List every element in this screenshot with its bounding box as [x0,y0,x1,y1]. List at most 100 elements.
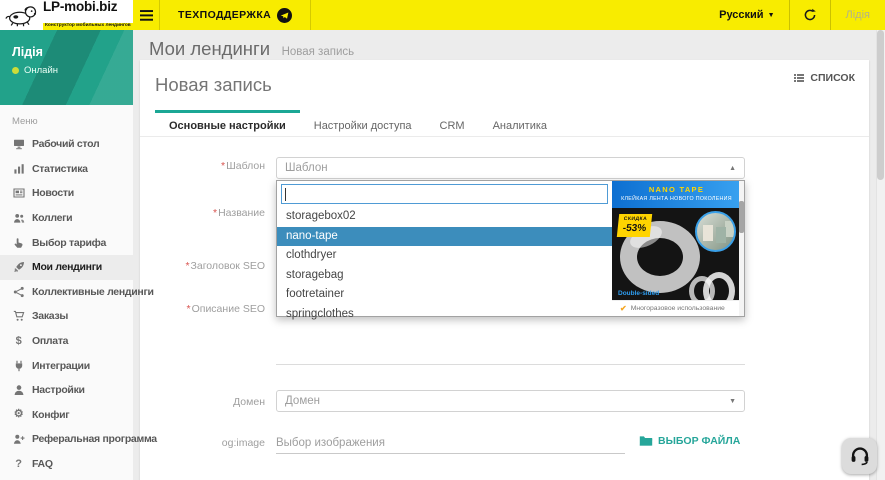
sidebar-item-user[interactable]: Настройки [0,378,133,403]
list-button[interactable]: СПИСОК [793,72,855,84]
stats-icon [12,163,25,175]
page-scrollbar-thumb[interactable] [877,30,884,180]
dropdown-search-input[interactable] [281,184,608,204]
dropdown-option-springclothes[interactable]: springclothes [277,305,612,325]
sidebar-item-landings[interactable]: Мои лендинги [0,255,133,280]
topbar-user-link[interactable]: Лідія [831,0,885,30]
sidebar-item-label: Новости [32,187,74,199]
telegram-icon [277,8,292,23]
domain-field-label: Домен [140,396,265,408]
sidebar-item-label: Коллективные лендинги [32,286,154,298]
dollar-icon: $ [12,336,25,347]
support-button[interactable]: ТЕХПОДДЕРЖКА [160,0,311,30]
dropdown-option-footretainer[interactable]: footretainer [277,285,612,305]
refresh-button[interactable] [790,0,830,30]
status-label: Онлайн [24,65,58,76]
sidebar-item-label: Рабочий стол [32,138,99,150]
tab-bar: Основные настройкиНастройки доступаCRMАн… [140,110,869,137]
dropdown-option-storagebag[interactable]: storagebag [277,266,612,286]
template-preview-image: NANO TAPE КЛЕЙКАЯ ЛЕНТА НОВОГО ПОКОЛЕНИЯ… [612,181,741,300]
tariff-icon [12,237,25,249]
list-button-label: СПИСОК [810,72,855,84]
language-selector[interactable]: Русский ▼ [705,0,788,30]
gears-icon: ⚙ [12,409,25,420]
desktop-icon [12,138,25,150]
breadcrumb: Мои лендинги Новая запись [149,38,354,60]
question-icon: ? [12,459,25,470]
refresh-icon [803,8,817,22]
preview-title: NANO TAPE [612,185,741,194]
sidebar-item-stats[interactable]: Статистика [0,157,133,182]
sidebar-item-gears[interactable]: ⚙Конфиг [0,403,133,428]
logo[interactable]: LP-mobi.biz Конструктор мобильных лендин… [0,0,133,30]
user-icon [12,384,25,396]
dropdown-option-clothdryer[interactable]: clothdryer [277,246,612,266]
sidebar-item-dollar[interactable]: $ Оплата [0,329,133,354]
topbar-right: Русский ▼ Лідія [705,0,885,30]
list-icon [793,72,805,84]
template-select-placeholder: Шаблон [285,162,328,174]
sidebar-user-panel: Лідія Онлайн [0,30,133,105]
discount-badge: СКИДКА -53% [617,214,653,237]
online-dot-icon [12,67,19,74]
topbar: LP-mobi.biz Конструктор мобильных лендин… [0,0,885,30]
sidebar-item-label: Реферальная программа [32,433,157,445]
domain-select[interactable]: Домен ▼ [276,390,745,412]
tab-access-settings[interactable]: Настройки доступа [300,110,426,136]
chevron-down-icon: ▼ [768,12,775,19]
dropdown-option-nano-tape[interactable]: nano-tape [277,227,612,247]
tab-basic-settings[interactable]: Основные настройки [155,110,300,136]
sidebar-item-label: Оплата [32,335,68,347]
sidebar-item-question[interactable]: ?FAQ [0,452,133,477]
required-asterisk: * [221,160,225,172]
sidebar-item-colleagues[interactable]: Коллеги [0,206,133,231]
template-select[interactable]: Шаблон ▲ [276,157,745,179]
sidebar-item-label: Выбор тарифа [32,237,106,249]
preview-feature-row: ✔ Многоразовое использование [612,300,741,316]
support-label: ТЕХПОДДЕРЖКА [178,9,271,21]
sidebar-toggle-button[interactable] [133,0,160,30]
text-cursor [285,188,286,201]
language-label: Русский [719,9,763,21]
logo-subtitle: Конструктор мобильных лендингов [43,23,133,30]
dropdown-scrollbar[interactable] [739,181,744,316]
logo-title: LP-mobi.biz [43,0,133,14]
news-icon [12,187,25,199]
tab-crm[interactable]: CRM [426,110,479,136]
seo-description-field-label: *Описание SEO [140,303,265,315]
chevron-up-icon: ▲ [729,165,736,172]
sidebar-item-share[interactable]: Коллективные лендинги [0,280,133,305]
sidebar-item-label: Интеграции [32,360,90,372]
choose-file-button[interactable]: ВЫБОР ФАЙЛА [639,435,740,447]
page-scrollbar[interactable] [876,30,885,480]
sidebar-item-desktop[interactable]: Рабочий стол [0,132,133,157]
template-dropdown: storagebox02nano-tapeclothdryerstorageba… [276,180,745,317]
preview-caption: Double-sided [618,290,659,297]
breadcrumb-subtitle: Новая запись [282,46,355,58]
cart-icon [12,310,25,322]
template-field-label: *Шаблон [140,160,265,172]
sidebar-item-user-plus[interactable]: Реферальная программа [0,427,133,452]
app-window: LP-mobi.biz Конструктор мобильных лендин… [0,0,885,480]
support-chat-widget[interactable] [842,438,877,474]
topbar-user-name: Лідія [846,9,870,21]
tape-loop-image [703,272,735,300]
sidebar-item-tariff[interactable]: Выбор тарифа [0,230,133,255]
sidebar-item-cart[interactable]: Заказы [0,304,133,329]
landings-icon [12,261,25,273]
sidebar-item-plug[interactable]: Интеграции [0,353,133,378]
plug-icon [12,360,25,372]
sidebar-user-name: Лідія [12,45,133,59]
dropdown-scrollbar-thumb[interactable] [739,201,744,233]
og-image-input[interactable]: Выбор изображения [276,432,625,454]
page-title: Мои лендинги [149,38,270,59]
tab-analytics[interactable]: Аналитика [479,110,561,136]
sidebar-item-news[interactable]: Новости [0,181,133,206]
seo-description-input-underline[interactable] [276,364,745,365]
template-preview: NANO TAPE КЛЕЙКАЯ ЛЕНТА НОВОГО ПОКОЛЕНИЯ… [612,181,741,316]
dropdown-option-storagebox02[interactable]: storagebox02 [277,207,612,227]
choose-file-label: ВЫБОР ФАЙЛА [658,435,740,447]
sidebar: Лідія Онлайн Меню Рабочий столСтатистика… [0,30,133,480]
og-image-field-label: og:image [140,437,265,449]
preview-header: NANO TAPE КЛЕЙКАЯ ЛЕНТА НОВОГО ПОКОЛЕНИЯ [612,181,741,208]
